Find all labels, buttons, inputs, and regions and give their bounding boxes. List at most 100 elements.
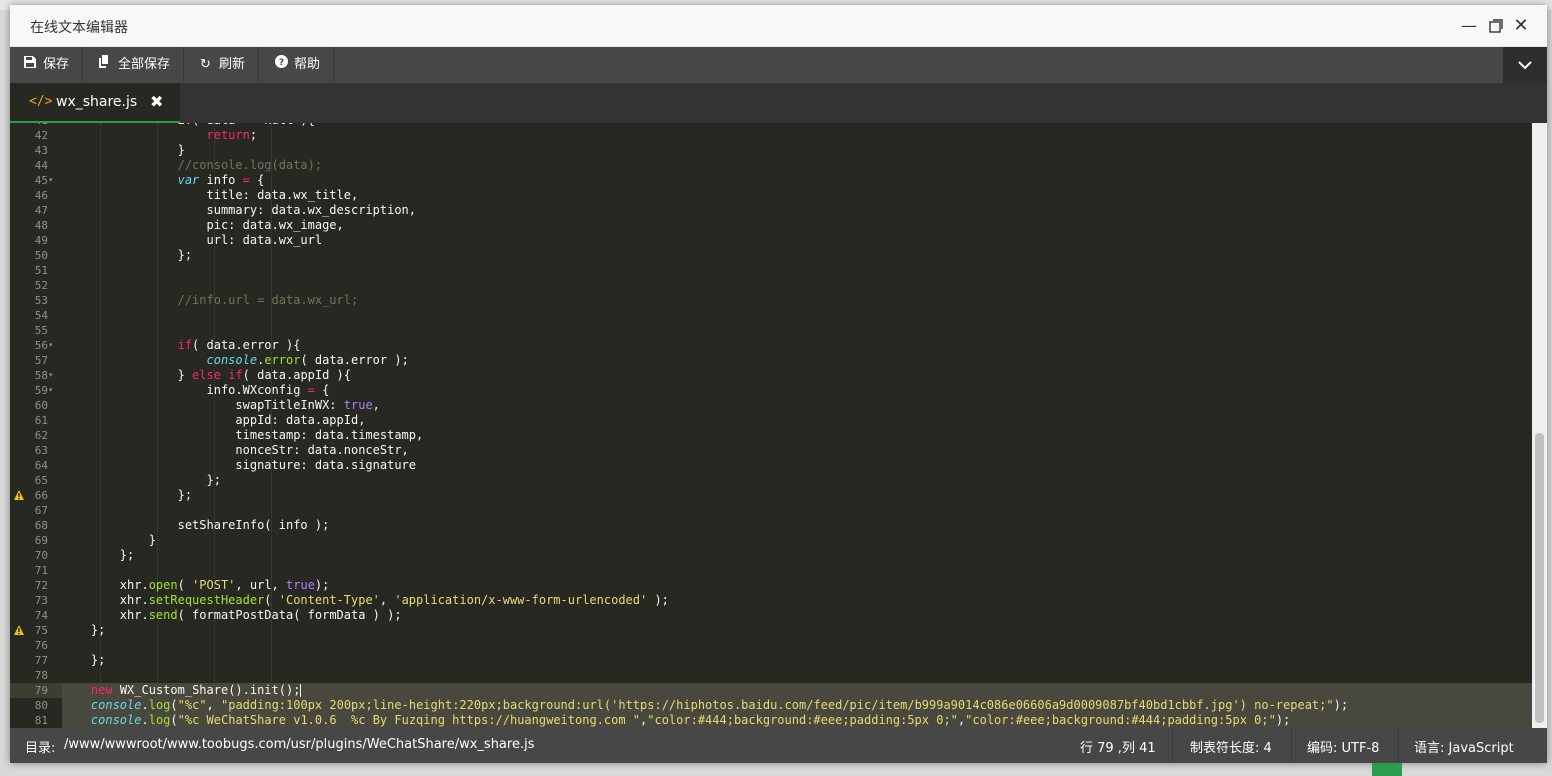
line-number: 47 <box>34 204 48 217</box>
tab-bar: </> wx_share.js ✖ <box>10 83 1547 123</box>
svg-text:?: ? <box>279 58 284 68</box>
code-line: } else if( data.appId ){ <box>62 368 352 382</box>
line-number: 72 <box>34 579 48 592</box>
directory-path: /www/wwwroot/www.toobugs.com/usr/plugins… <box>64 737 535 752</box>
code-line: }; <box>62 248 193 262</box>
code-line: console.log("%c", "padding:100px 200px;l… <box>90 698 1349 712</box>
line-number: 46 <box>34 189 48 202</box>
minimize-icon[interactable]: — <box>1458 15 1480 37</box>
line-number: 70 <box>34 549 48 562</box>
code-line: if( data.error ){ <box>177 338 301 352</box>
status-bar: 目录: /www/wwwroot/www.toobugs.com/usr/plu… <box>10 728 1547 763</box>
line-number: 68 <box>34 519 48 532</box>
help-button[interactable]: ? 帮助 <box>261 47 335 83</box>
code-line: var info = { <box>177 173 265 187</box>
line-number: 43 <box>34 144 48 157</box>
fold-arrow-icon[interactable]: ▾ <box>49 338 57 353</box>
files-icon <box>99 47 113 83</box>
line-number: 44 <box>34 159 48 172</box>
line-number: 55 <box>34 324 48 337</box>
line-number: 65 <box>34 474 48 487</box>
code-line: setShareInfo( info ); <box>62 518 330 532</box>
close-window-icon[interactable]: ✕ <box>1510 15 1532 37</box>
code-line: }; <box>62 548 135 562</box>
window-title: 在线文本编辑器 <box>30 20 128 36</box>
line-number: 81 <box>34 714 48 727</box>
save-label: 保存 <box>43 57 70 72</box>
line-number: 60 <box>34 399 48 412</box>
code-line: return; <box>206 128 258 142</box>
code-line: xhr.send( formatPostData( formData ) ); <box>62 608 402 622</box>
tab-size[interactable]: 制表符长度: 4 <box>1190 737 1272 756</box>
question-circle-icon: ? <box>275 47 289 83</box>
line-number: 78 <box>34 669 48 682</box>
save-all-button[interactable]: 全部保存 <box>85 47 185 83</box>
tab-filename: wx_share.js <box>56 94 138 110</box>
line-number-gutter: 4142434445▾4647484950515253545556▾5758▾5… <box>10 123 62 728</box>
line-number: 49 <box>34 234 48 247</box>
line-number: 57 <box>34 354 48 367</box>
code-line: } <box>62 533 156 547</box>
status-divider <box>1172 728 1173 763</box>
code-line: } <box>62 143 185 157</box>
code-line: }; <box>62 653 106 667</box>
code-line: new WX_Custom_Share().init(); <box>90 683 302 697</box>
line-number: 63 <box>34 444 48 457</box>
warning-icon[interactable] <box>14 490 24 500</box>
line-number: 51 <box>34 264 48 277</box>
line-number: 59 <box>34 384 48 397</box>
tab-wx-share[interactable]: </> wx_share.js ✖ <box>10 83 180 123</box>
code-line: appId: data.appId, <box>62 413 366 427</box>
text-cursor <box>300 684 302 697</box>
background-taskbar-indicator <box>1372 763 1402 776</box>
encoding[interactable]: 编码: UTF-8 <box>1307 737 1379 756</box>
fold-arrow-icon[interactable]: ▾ <box>49 368 57 383</box>
line-number: 71 <box>34 564 48 577</box>
line-number: 42 <box>34 129 48 142</box>
refresh-icon: ↻ <box>200 57 211 72</box>
code-line: }; <box>62 623 106 637</box>
save-button[interactable]: 保存 <box>10 47 84 83</box>
line-number: 67 <box>34 504 48 517</box>
line-number: 53 <box>34 294 48 307</box>
maximize-icon[interactable] <box>1485 15 1507 37</box>
vertical-scrollbar[interactable] <box>1532 123 1547 728</box>
code-line: }; <box>62 473 221 487</box>
code-line: xhr.open( 'POST', url, true); <box>62 578 330 592</box>
warning-icon[interactable] <box>14 625 24 635</box>
directory-label: 目录: <box>25 741 56 756</box>
refresh-label: 刷新 <box>219 57 246 72</box>
line-number: 58 <box>34 369 48 382</box>
fold-arrow-icon[interactable]: ▾ <box>49 173 57 188</box>
chevron-down-icon[interactable] <box>1503 47 1547 83</box>
toolbar: 保存 全部保存 ↻ 刷新 ? 帮助 <box>10 47 1547 83</box>
close-tab-icon[interactable]: ✖ <box>150 92 163 111</box>
cursor-position: 行 79 ,列 41 <box>1080 741 1156 756</box>
line-number: 74 <box>34 609 48 622</box>
line-number: 79 <box>34 684 48 697</box>
language[interactable]: 语言: JavaScript <box>1414 737 1514 756</box>
code-line: swapTitleInWX: true, <box>62 398 380 412</box>
code-line: info.WXconfig = { <box>62 383 330 397</box>
code-line: timestamp: data.timestamp, <box>62 428 424 442</box>
line-number: 48 <box>34 219 48 232</box>
code-line: summary: data.wx_description, <box>62 203 417 217</box>
code-line: }; <box>62 488 193 502</box>
line-number: 73 <box>34 594 48 607</box>
code-line: title: data.wx_title, <box>62 188 359 202</box>
line-number: 56 <box>34 339 48 352</box>
code-line: //info.url = data.wx_url; <box>177 293 359 307</box>
line-number: 54 <box>34 309 48 322</box>
code-editor[interactable]: 4142434445▾4647484950515253545556▾5758▾5… <box>10 123 1532 728</box>
save-all-label: 全部保存 <box>118 57 171 72</box>
line-number: 45 <box>34 174 48 187</box>
code-file-icon: </> <box>29 94 53 109</box>
scrollbar-thumb[interactable] <box>1535 433 1544 723</box>
code-line: xhr.setRequestHeader( 'Content-Type', 'a… <box>62 593 669 607</box>
line-number: 61 <box>34 414 48 427</box>
line-number: 50 <box>34 249 48 262</box>
refresh-button[interactable]: ↻ 刷新 <box>186 47 260 83</box>
line-number: 62 <box>34 429 48 442</box>
code-line: //console.log(data); <box>177 158 323 172</box>
fold-arrow-icon[interactable]: ▾ <box>49 383 57 398</box>
